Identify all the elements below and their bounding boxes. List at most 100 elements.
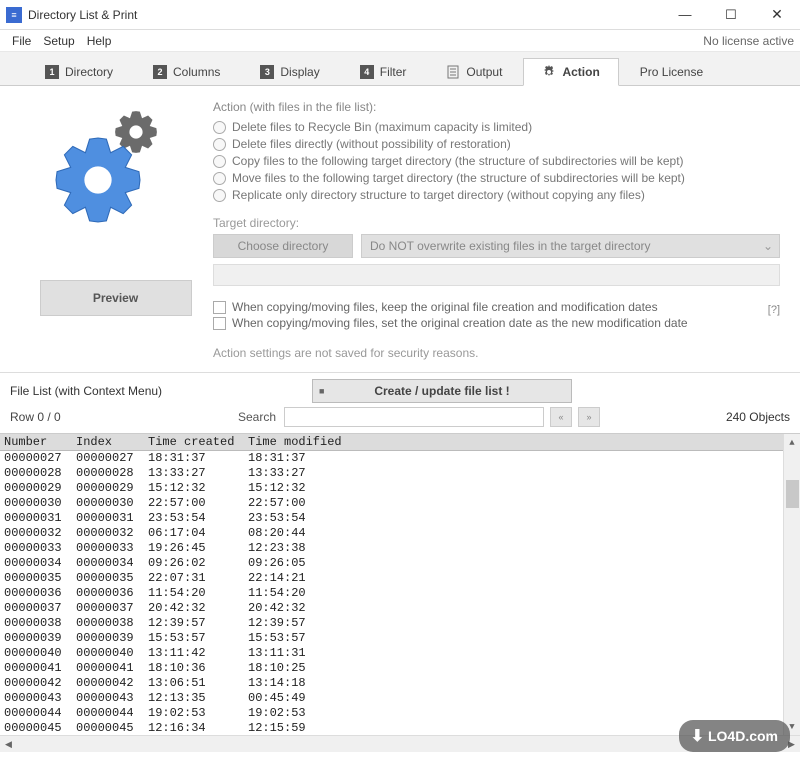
table-row[interactable]: 000000300000003022:57:0022:57:00: [0, 496, 800, 511]
cell-time-created: 12:13:35: [144, 691, 244, 706]
cell-number: 00000036: [0, 586, 72, 601]
cell-index: 00000038: [72, 616, 144, 631]
action-option-3[interactable]: Move files to the following target direc…: [213, 171, 780, 185]
cell-time-created: 22:57:00: [144, 496, 244, 511]
tab-action[interactable]: Action: [523, 58, 618, 86]
tab-display[interactable]: 3Display: [241, 58, 338, 85]
table-row[interactable]: 000000280000002813:33:2713:33:27: [0, 466, 800, 481]
table-row[interactable]: 000000370000003720:42:3220:42:32: [0, 601, 800, 616]
table-row[interactable]: 000000430000004312:13:3500:45:49: [0, 691, 800, 706]
table-row[interactable]: 000000320000003206:17:0408:20:44: [0, 526, 800, 541]
table-row[interactable]: 000000380000003812:39:5712:39:57: [0, 616, 800, 631]
menu-setup[interactable]: Setup: [37, 32, 80, 50]
table-row[interactable]: 000000330000003319:26:4512:23:38: [0, 541, 800, 556]
cell-time-created: 18:31:37: [144, 451, 244, 466]
col-time-created[interactable]: Time created: [144, 434, 244, 450]
scroll-thumb[interactable]: [786, 480, 799, 508]
maximize-button[interactable]: ☐: [708, 0, 754, 30]
minimize-button[interactable]: —: [662, 0, 708, 30]
gear-icon: [542, 65, 556, 79]
scroll-up-icon[interactable]: ▲: [784, 434, 800, 451]
table-row[interactable]: 000000290000002915:12:3215:12:32: [0, 481, 800, 496]
action-option-1[interactable]: Delete files directly (without possibili…: [213, 137, 780, 151]
col-number[interactable]: Number: [0, 434, 72, 450]
search-input[interactable]: [284, 407, 544, 427]
cell-index: 00000041: [72, 661, 144, 676]
help-icon[interactable]: [?]: [768, 304, 780, 316]
table-row[interactable]: 000000440000004419:02:5319:02:53: [0, 706, 800, 721]
table-row[interactable]: 000000420000004213:06:5113:14:18: [0, 676, 800, 691]
cell-number: 00000041: [0, 661, 72, 676]
cell-time-modified: 23:53:54: [244, 511, 800, 526]
scroll-left-icon[interactable]: ◀: [0, 739, 17, 750]
vertical-scrollbar[interactable]: ▲ ▼: [783, 434, 800, 735]
radio-label: Move files to the following target direc…: [232, 171, 685, 185]
row-info: Row 0 / 0: [10, 410, 232, 424]
tab-directory[interactable]: 1Directory: [26, 58, 132, 85]
search-prev-button[interactable]: «: [550, 407, 572, 427]
target-directory-label: Target directory:: [213, 216, 780, 230]
cell-time-modified: 18:10:25: [244, 661, 800, 676]
cell-number: 00000037: [0, 601, 72, 616]
action-check-1[interactable]: When copying/moving files, set the origi…: [213, 316, 780, 330]
cell-number: 00000030: [0, 496, 72, 511]
search-next-button[interactable]: »: [578, 407, 600, 427]
overwrite-select[interactable]: Do NOT overwrite existing files in the t…: [361, 234, 780, 258]
cell-index: 00000028: [72, 466, 144, 481]
table-row[interactable]: 000000390000003915:53:5715:53:57: [0, 631, 800, 646]
filelist-header: File List (with Context Menu): [10, 384, 302, 398]
tab-columns[interactable]: 2Columns: [134, 58, 239, 85]
tab-number-icon: 4: [360, 65, 374, 79]
menubar: File Setup Help No license active: [0, 30, 800, 52]
cell-number: 00000038: [0, 616, 72, 631]
cell-time-modified: 13:33:27: [244, 466, 800, 481]
menu-help[interactable]: Help: [81, 32, 118, 50]
radio-icon: [213, 138, 226, 151]
create-update-button[interactable]: ■ Create / update file list !: [312, 379, 572, 403]
action-option-4[interactable]: Replicate only directory structure to ta…: [213, 188, 780, 202]
cell-number: 00000034: [0, 556, 72, 571]
cell-number: 00000035: [0, 571, 72, 586]
col-time-modified[interactable]: Time modified: [244, 434, 800, 450]
cell-number: 00000039: [0, 631, 72, 646]
menu-file[interactable]: File: [6, 32, 37, 50]
cell-time-modified: 08:20:44: [244, 526, 800, 541]
table-row[interactable]: 000000310000003123:53:5423:53:54: [0, 511, 800, 526]
table-row[interactable]: 000000410000004118:10:3618:10:25: [0, 661, 800, 676]
cell-time-modified: 00:45:49: [244, 691, 800, 706]
cell-number: 00000033: [0, 541, 72, 556]
cell-time-created: 13:06:51: [144, 676, 244, 691]
tab-filter[interactable]: 4Filter: [341, 58, 426, 85]
cell-time-created: 18:10:36: [144, 661, 244, 676]
radio-label: Copy files to the following target direc…: [232, 154, 684, 168]
gears-icon: [46, 100, 186, 230]
cell-time-modified: 13:11:31: [244, 646, 800, 661]
table-row[interactable]: 000000270000002718:31:3718:31:37: [0, 451, 800, 466]
table-row[interactable]: 000000350000003522:07:3122:14:21: [0, 571, 800, 586]
cell-time-created: 13:11:42: [144, 646, 244, 661]
action-check-0[interactable]: When copying/moving files, keep the orig…: [213, 300, 780, 314]
cell-number: 00000042: [0, 676, 72, 691]
col-index[interactable]: Index: [72, 434, 144, 450]
radio-label: Delete files directly (without possibili…: [232, 137, 511, 151]
cell-number: 00000040: [0, 646, 72, 661]
action-option-2[interactable]: Copy files to the following target direc…: [213, 154, 780, 168]
tab-pro-license[interactable]: Pro License: [621, 58, 722, 85]
action-option-0[interactable]: Delete files to Recycle Bin (maximum cap…: [213, 120, 780, 134]
radio-icon: [213, 172, 226, 185]
radio-label: Replicate only directory structure to ta…: [232, 188, 645, 202]
cell-index: 00000031: [72, 511, 144, 526]
search-row: Row 0 / 0 Search « » 240 Objects: [0, 407, 800, 433]
choose-directory-button[interactable]: Choose directory: [213, 234, 353, 258]
tab-number-icon: 1: [45, 65, 59, 79]
table-row[interactable]: 000000340000003409:26:0209:26:05: [0, 556, 800, 571]
preview-button[interactable]: Preview: [40, 280, 192, 316]
download-icon: ⬇: [691, 726, 704, 746]
close-button[interactable]: ✕: [754, 0, 800, 30]
target-path-field[interactable]: [213, 264, 780, 286]
tab-output[interactable]: Output: [427, 58, 521, 85]
table-row[interactable]: 000000400000004013:11:4213:11:31: [0, 646, 800, 661]
cell-number: 00000029: [0, 481, 72, 496]
cell-index: 00000032: [72, 526, 144, 541]
table-row[interactable]: 000000360000003611:54:2011:54:20: [0, 586, 800, 601]
